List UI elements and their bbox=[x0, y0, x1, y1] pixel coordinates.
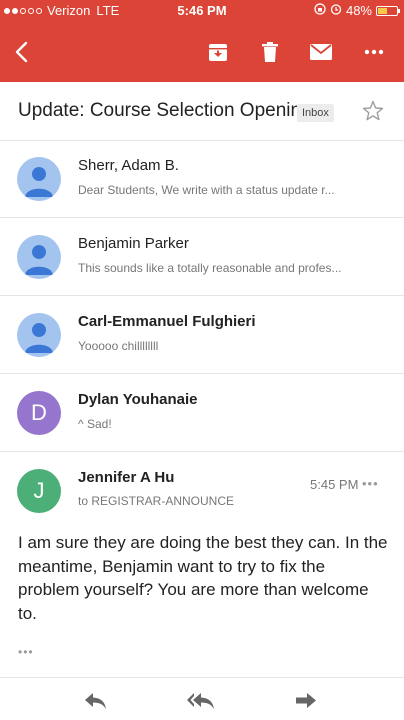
more-options-icon[interactable] bbox=[360, 38, 388, 66]
thread-item[interactable]: Benjamin Parker This sounds like a total… bbox=[0, 218, 404, 296]
avatar-letter: D bbox=[31, 400, 47, 425]
bottom-action-bar bbox=[0, 676, 404, 720]
sender-name: Sherr, Adam B. bbox=[78, 157, 179, 174]
avatar: D bbox=[17, 391, 61, 435]
message-snippet: This sounds like a totally reasonable an… bbox=[78, 261, 342, 275]
thread-item[interactable]: Carl-Emmanuel Fulghieri Yooooo chillllll… bbox=[0, 296, 404, 374]
person-icon bbox=[25, 245, 53, 275]
show-trimmed-content[interactable]: ••• bbox=[18, 645, 34, 659]
recipient-line[interactable]: to REGISTRAR-ANNOUNCE bbox=[78, 494, 234, 508]
mail-icon[interactable] bbox=[307, 38, 335, 66]
person-icon bbox=[25, 167, 53, 197]
avatar bbox=[17, 313, 61, 357]
avatar-letter: J bbox=[33, 478, 45, 503]
thread-item[interactable]: Sherr, Adam B. Dear Students, We write w… bbox=[0, 140, 404, 218]
back-arrow-icon[interactable] bbox=[8, 38, 36, 66]
reply-icon[interactable] bbox=[81, 690, 111, 712]
sender-name: Carl-Emmanuel Fulghieri bbox=[78, 313, 256, 330]
message-body: I am sure they are doing the best they c… bbox=[18, 533, 388, 623]
message-snippet: Yooooo chillllllll bbox=[78, 339, 159, 353]
status-bar: Verizon LTE 5:46 PM 48% bbox=[0, 0, 404, 22]
message-toolbar bbox=[0, 30, 404, 74]
sender-name: Dylan Youhanaie bbox=[78, 391, 198, 408]
inbox-label[interactable]: Inbox bbox=[297, 104, 334, 122]
message-more-icon[interactable]: ••• bbox=[362, 476, 379, 491]
message-snippet: Dear Students, We write with a status up… bbox=[78, 183, 335, 197]
message-snippet: ^ Sad! bbox=[78, 417, 112, 431]
avatar: J bbox=[17, 469, 61, 513]
sender-name: Benjamin Parker bbox=[78, 235, 189, 252]
message-time: 5:45 PM bbox=[310, 477, 359, 492]
battery-percent: 48% bbox=[345, 3, 372, 18]
person-icon bbox=[25, 323, 53, 353]
forward-icon[interactable] bbox=[291, 690, 321, 712]
avatar bbox=[17, 157, 61, 201]
avatar bbox=[17, 235, 61, 279]
open-message: J Jennifer A Hu 5:45 PM ••• to REGISTRAR… bbox=[0, 452, 404, 678]
sender-name: Jennifer A Hu bbox=[78, 469, 175, 486]
thread-item[interactable]: D Dylan Youhanaie ^ Sad! bbox=[0, 374, 404, 452]
status-right: 48% bbox=[314, 3, 400, 18]
alarm-icon bbox=[330, 3, 342, 18]
star-icon[interactable] bbox=[361, 99, 385, 128]
subject-row: Update: Course Selection Opening Inbox bbox=[0, 82, 404, 141]
archive-icon[interactable] bbox=[204, 38, 232, 66]
trash-icon[interactable] bbox=[256, 38, 284, 66]
orientation-lock-icon bbox=[314, 3, 326, 18]
subject-title: Update: Course Selection Opening bbox=[18, 100, 312, 121]
battery-icon bbox=[376, 5, 400, 16]
reply-all-icon[interactable] bbox=[186, 690, 216, 712]
app-header: Verizon LTE 5:46 PM 48% bbox=[0, 0, 404, 82]
